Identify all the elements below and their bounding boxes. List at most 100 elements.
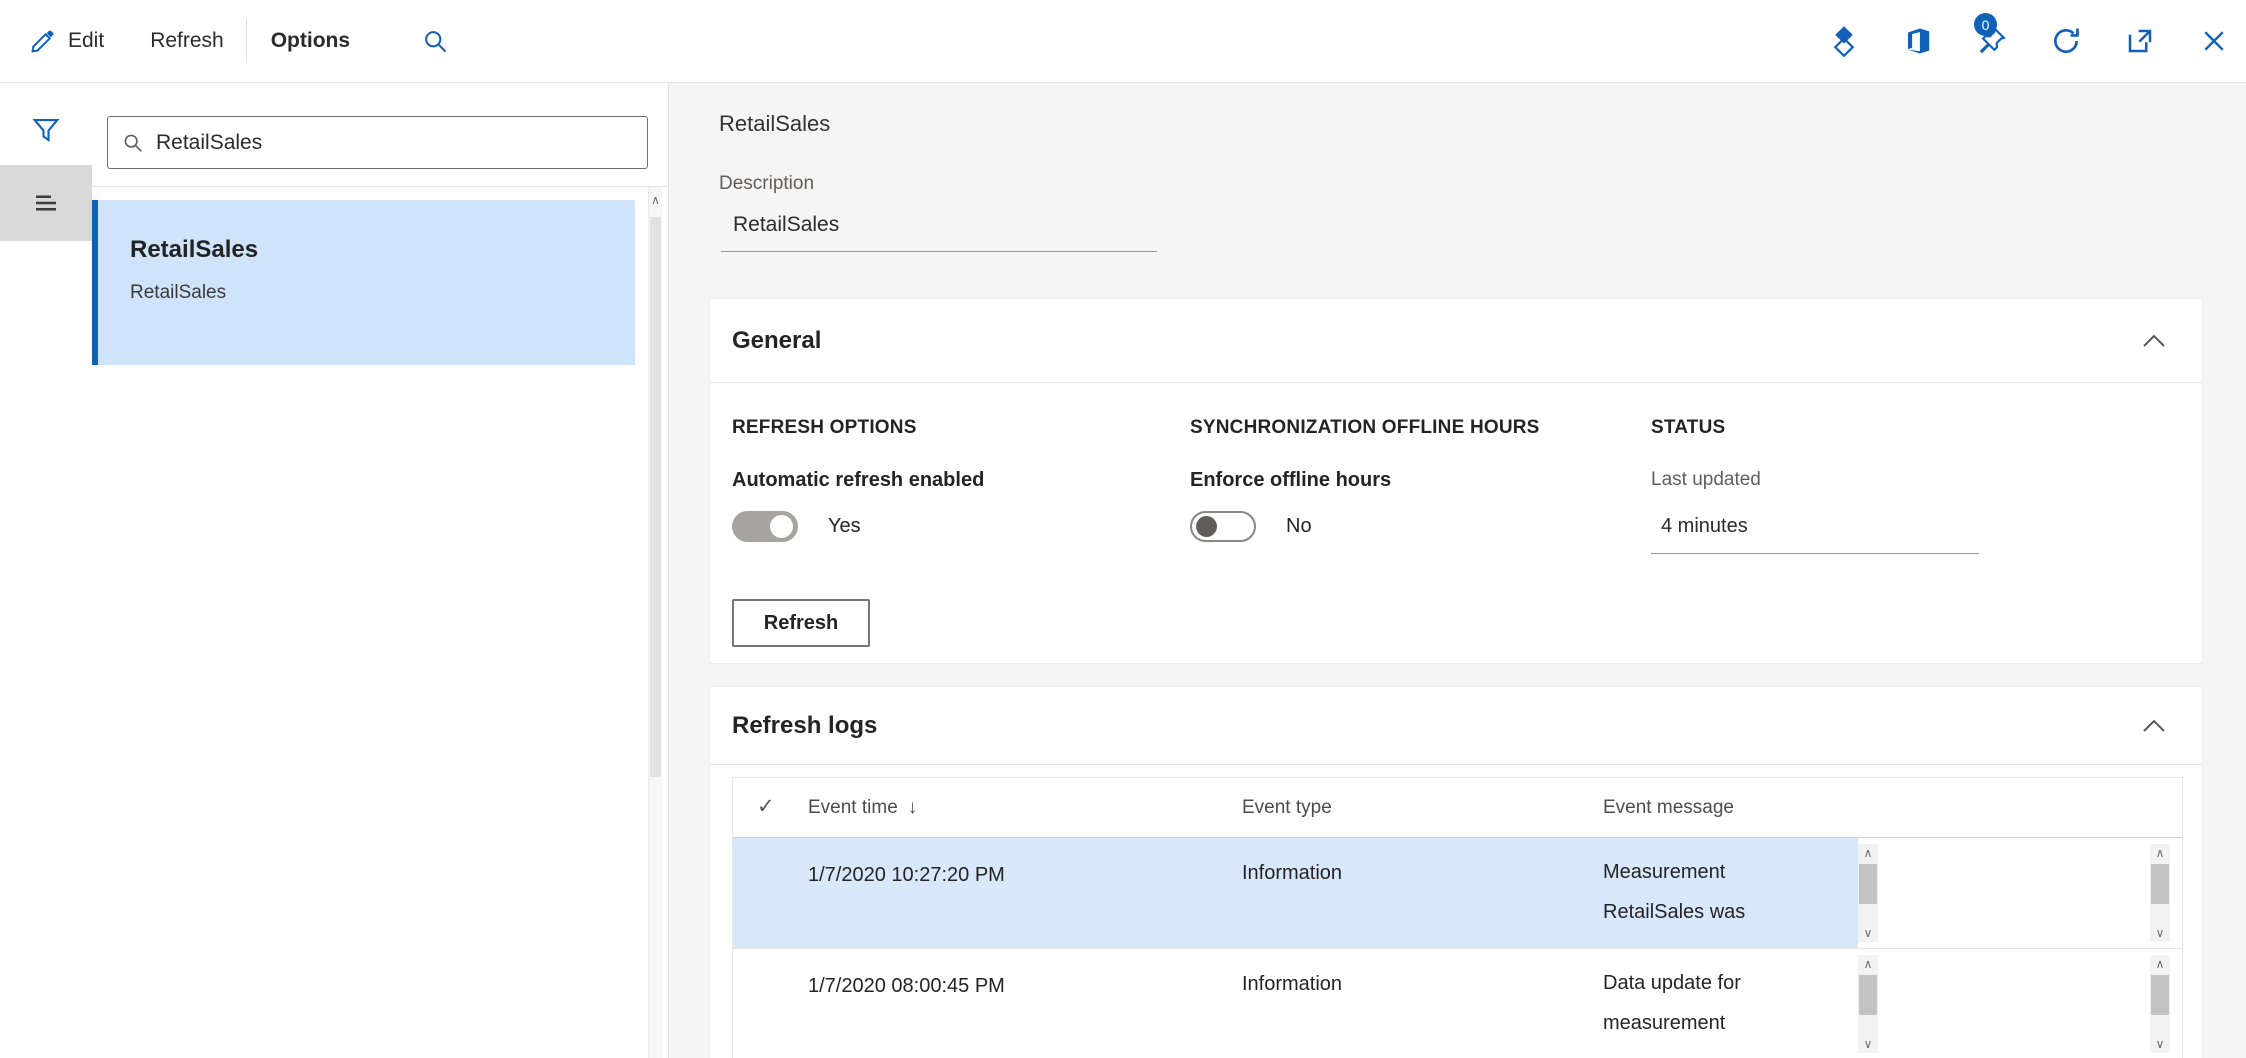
- refresh-label: Refresh: [150, 29, 224, 53]
- event-message-line2: measurement: [1603, 1012, 1725, 1034]
- scroll-down-icon[interactable]: ∨: [2150, 926, 2170, 940]
- scrollbar-thumb[interactable]: [1859, 975, 1877, 1015]
- chevron-up-icon[interactable]: [2142, 719, 2166, 733]
- event-time-header-label: Event time: [808, 797, 898, 819]
- toggle-knob: [770, 515, 793, 538]
- scroll-up-icon[interactable]: ∧: [2150, 846, 2170, 860]
- general-section-title: General: [732, 327, 821, 355]
- last-updated-value: 4 minutes: [1651, 515, 1979, 554]
- filter-button[interactable]: [0, 107, 92, 153]
- options-menu-button[interactable]: Options: [271, 29, 350, 53]
- event-time-cell: 1/7/2020 08:00:45 PM: [808, 975, 1005, 998]
- scroll-up-icon[interactable]: ∧: [1858, 957, 1878, 971]
- event-message-cell: Data update for measurement: [1603, 963, 1741, 1043]
- search-input[interactable]: [156, 131, 633, 155]
- office-logo-icon: [1903, 26, 1933, 56]
- message-cell-scrollbar[interactable]: ∧ ∨: [1858, 955, 1878, 1053]
- close-icon: [2200, 27, 2228, 55]
- refresh-button[interactable]: Refresh: [732, 599, 870, 647]
- automatic-refresh-toggle[interactable]: Yes: [732, 511, 861, 542]
- event-type-cell: Information: [1242, 973, 1342, 996]
- toggle-value-label: No: [1286, 515, 1312, 538]
- description-input[interactable]: [733, 213, 1157, 237]
- column-header-event-time[interactable]: Event time ↓: [808, 797, 917, 819]
- list-item-title: RetailSales: [130, 236, 635, 264]
- automatic-refresh-label: Automatic refresh enabled: [732, 469, 984, 492]
- edit-label: Edit: [68, 29, 104, 53]
- list-item-retailsales[interactable]: RetailSales RetailSales: [92, 200, 635, 365]
- general-section: General REFRESH OPTIONS SYNCHRONIZATION …: [709, 298, 2203, 664]
- open-new-window-button[interactable]: [2122, 23, 2158, 59]
- refresh-logs-section: Refresh logs ✓ Event time ↓ Event type E…: [709, 686, 2203, 1058]
- group-header-status: STATUS: [1651, 417, 1725, 439]
- close-button[interactable]: [2196, 23, 2232, 59]
- toggle-value-label: Yes: [828, 515, 861, 538]
- general-section-header[interactable]: General: [710, 299, 2202, 383]
- log-row-1[interactable]: 1/7/2020 10:27:20 PM Information Measure…: [733, 838, 2182, 948]
- attachments-button[interactable]: 0: [1974, 23, 2010, 59]
- record-list-panel: RetailSales RetailSales ∧: [92, 83, 669, 1058]
- refresh-logs-header[interactable]: Refresh logs: [710, 687, 2202, 765]
- event-message-header-label: Event message: [1603, 797, 1734, 819]
- event-message-line1: Measurement: [1603, 861, 1725, 883]
- scroll-down-icon[interactable]: ∨: [1858, 1037, 1878, 1051]
- event-type-cell: Information: [1242, 862, 1342, 885]
- chevron-up-icon[interactable]: [2142, 334, 2166, 348]
- list-scrollbar[interactable]: ∧: [648, 187, 662, 1058]
- sync-icon: [2050, 25, 2082, 57]
- left-rail: [0, 83, 92, 1058]
- scroll-down-icon[interactable]: ∨: [1858, 926, 1878, 940]
- last-updated-label: Last updated: [1651, 469, 1761, 491]
- scrollbar-thumb[interactable]: [1859, 864, 1877, 904]
- search-icon: [422, 28, 449, 55]
- group-header-refresh-options: REFRESH OPTIONS: [732, 417, 917, 439]
- row-scrollbar[interactable]: ∧ ∨: [2150, 844, 2170, 942]
- page-title: RetailSales: [719, 111, 830, 137]
- sort-descending-icon: ↓: [908, 797, 918, 819]
- message-cell-scrollbar[interactable]: ∧ ∨: [1858, 844, 1878, 942]
- attachment-count-badge: 0: [1974, 13, 1997, 36]
- refresh-logs-title: Refresh logs: [732, 712, 877, 740]
- column-header-event-type[interactable]: Event type: [1242, 797, 1332, 819]
- toolbar-divider: [246, 19, 247, 63]
- scroll-up-icon[interactable]: ∧: [649, 193, 662, 207]
- enforce-offline-hours-toggle[interactable]: No: [1190, 511, 1312, 542]
- diamond-icon: [1828, 25, 1860, 57]
- insights-button[interactable]: [1826, 23, 1862, 59]
- description-field: [721, 213, 1157, 252]
- event-type-header-label: Event type: [1242, 797, 1332, 819]
- scrollbar-thumb[interactable]: [2151, 975, 2169, 1015]
- event-message-line1: Data update for: [1603, 972, 1741, 994]
- refresh-session-button[interactable]: [2048, 23, 2084, 59]
- scroll-up-icon[interactable]: ∧: [2150, 957, 2170, 971]
- refresh-menu-button[interactable]: Refresh: [150, 29, 224, 53]
- event-message-line2: RetailSales was: [1603, 901, 1745, 923]
- list-item-subtitle: RetailSales: [130, 282, 635, 304]
- enforce-offline-hours-label: Enforce offline hours: [1190, 469, 1391, 492]
- toggle-pill-on[interactable]: [732, 511, 798, 542]
- scrollbar-thumb[interactable]: [2151, 864, 2169, 904]
- scroll-up-icon[interactable]: ∧: [1858, 846, 1878, 860]
- column-header-event-message[interactable]: Event message: [1603, 797, 1734, 819]
- description-label: Description: [719, 173, 814, 195]
- log-row-2[interactable]: 1/7/2020 08:00:45 PM Information Data up…: [733, 948, 2182, 1058]
- edit-button[interactable]: Edit: [30, 28, 104, 54]
- list-pane-toggle-button[interactable]: [0, 165, 92, 241]
- event-message-cell: Measurement RetailSales was: [1603, 852, 1745, 932]
- filter-funnel-icon: [31, 115, 61, 145]
- grid-header-row: ✓ Event time ↓ Event type Event message: [733, 778, 2182, 838]
- search-icon: [122, 132, 144, 154]
- topbar-right-icons: 0: [1826, 23, 2232, 59]
- top-command-bar: Edit Refresh Options: [0, 0, 2246, 83]
- scrollbar-thumb[interactable]: [650, 217, 661, 777]
- scroll-down-icon[interactable]: ∨: [2150, 1037, 2170, 1051]
- office-apps-button[interactable]: [1900, 23, 1936, 59]
- refresh-logs-grid: ✓ Event time ↓ Event type Event message …: [732, 777, 2183, 1058]
- select-all-checkmark-icon[interactable]: ✓: [757, 794, 775, 819]
- toolbar-search-button[interactable]: [422, 28, 449, 55]
- toggle-pill-off[interactable]: [1190, 511, 1256, 542]
- list-icon: [31, 188, 61, 218]
- row-scrollbar[interactable]: ∧ ∨: [2150, 955, 2170, 1053]
- group-header-sync-offline-hours: SYNCHRONIZATION OFFLINE HOURS: [1190, 417, 1540, 439]
- list-search-box[interactable]: [107, 116, 648, 169]
